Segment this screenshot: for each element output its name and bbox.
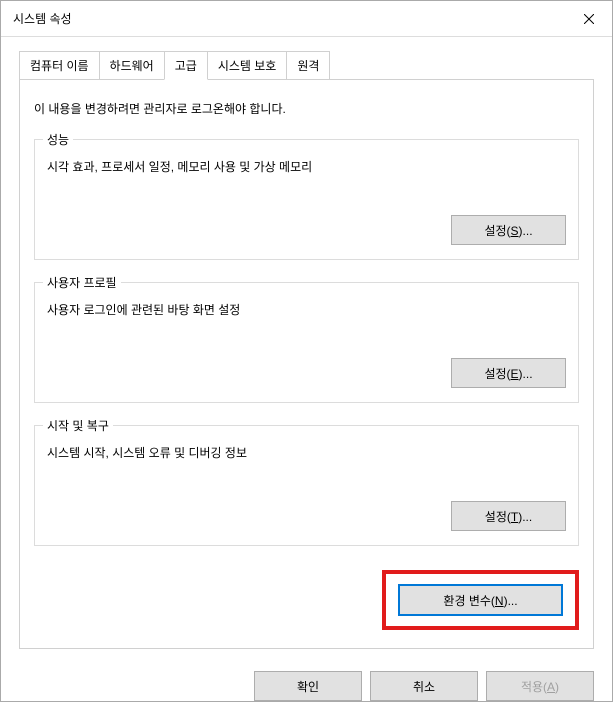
performance-button-row: 설정(S)... bbox=[47, 215, 566, 245]
user-profile-button-row: 설정(E)... bbox=[47, 358, 566, 388]
titlebar: 시스템 속성 bbox=[1, 1, 612, 37]
tab-panel-advanced: 이 내용을 변경하려면 관리자로 로그온해야 합니다. 성능 시각 효과, 프로… bbox=[19, 79, 594, 649]
performance-group: 성능 시각 효과, 프로세서 일정, 메모리 사용 및 가상 메모리 설정(S)… bbox=[34, 139, 579, 260]
performance-settings-button[interactable]: 설정(S)... bbox=[451, 215, 566, 245]
env-var-highlight: 환경 변수(N)... bbox=[382, 570, 579, 630]
tab-remote[interactable]: 원격 bbox=[286, 51, 330, 80]
apply-button[interactable]: 적용(A) bbox=[486, 671, 594, 701]
dialog-buttons: 확인 취소 적용(A) bbox=[1, 657, 612, 715]
admin-notice: 이 내용을 변경하려면 관리자로 로그온해야 합니다. bbox=[34, 100, 579, 117]
startup-recovery-button-row: 설정(T)... bbox=[47, 501, 566, 531]
ok-button[interactable]: 확인 bbox=[254, 671, 362, 701]
user-profile-title: 사용자 프로필 bbox=[43, 274, 121, 291]
startup-recovery-group: 시작 및 복구 시스템 시작, 시스템 오류 및 디버깅 정보 설정(T)... bbox=[34, 425, 579, 546]
user-profile-desc: 사용자 로그인에 관련된 바탕 화면 설정 bbox=[47, 301, 566, 318]
startup-recovery-settings-button[interactable]: 설정(T)... bbox=[451, 501, 566, 531]
cancel-button[interactable]: 취소 bbox=[370, 671, 478, 701]
system-properties-window: 시스템 속성 컴퓨터 이름 하드웨어 고급 시스템 보호 원격 이 내용을 변경… bbox=[0, 0, 613, 702]
env-var-wrapper: 환경 변수(N)... bbox=[34, 570, 579, 630]
user-profile-group: 사용자 프로필 사용자 로그인에 관련된 바탕 화면 설정 설정(E)... bbox=[34, 282, 579, 403]
close-button[interactable] bbox=[566, 1, 612, 37]
content-area: 컴퓨터 이름 하드웨어 고급 시스템 보호 원격 이 내용을 변경하려면 관리자… bbox=[1, 37, 612, 657]
environment-variables-button[interactable]: 환경 변수(N)... bbox=[398, 584, 563, 616]
user-profile-settings-button[interactable]: 설정(E)... bbox=[451, 358, 566, 388]
startup-recovery-title: 시작 및 복구 bbox=[43, 417, 113, 434]
performance-title: 성능 bbox=[43, 131, 73, 148]
tab-advanced[interactable]: 고급 bbox=[164, 51, 208, 80]
tab-computer-name[interactable]: 컴퓨터 이름 bbox=[19, 51, 100, 80]
tab-system-protection[interactable]: 시스템 보호 bbox=[207, 51, 288, 80]
window-title: 시스템 속성 bbox=[13, 10, 72, 27]
performance-desc: 시각 효과, 프로세서 일정, 메모리 사용 및 가상 메모리 bbox=[47, 158, 566, 175]
close-icon bbox=[584, 14, 594, 24]
tabs-row: 컴퓨터 이름 하드웨어 고급 시스템 보호 원격 bbox=[19, 51, 594, 80]
tab-hardware[interactable]: 하드웨어 bbox=[99, 51, 165, 80]
startup-recovery-desc: 시스템 시작, 시스템 오류 및 디버깅 정보 bbox=[47, 444, 566, 461]
